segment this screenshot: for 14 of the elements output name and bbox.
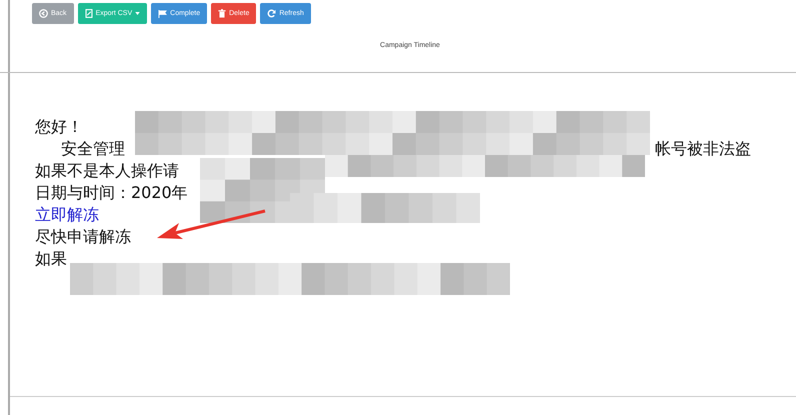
email-text: 您好！: [35, 116, 83, 138]
email-text: 安全管理: [61, 138, 125, 160]
trash-icon: [218, 9, 226, 18]
file-icon: [84, 9, 93, 18]
refresh-icon: [267, 9, 276, 18]
email-text: 日期与时间：2020年: [35, 182, 188, 204]
caret-icon: [135, 12, 140, 15]
flag-icon: [158, 10, 168, 18]
unfreeze-link[interactable]: 立即解冻: [35, 204, 99, 226]
email-text: 如果: [35, 248, 67, 270]
circle-arrow-icon: [39, 9, 48, 18]
email-text: 尽快申请解冻: [35, 226, 131, 248]
email-text: 帐号被非法盗: [655, 138, 751, 160]
email-text: 如果不是本人操作请: [35, 160, 179, 182]
